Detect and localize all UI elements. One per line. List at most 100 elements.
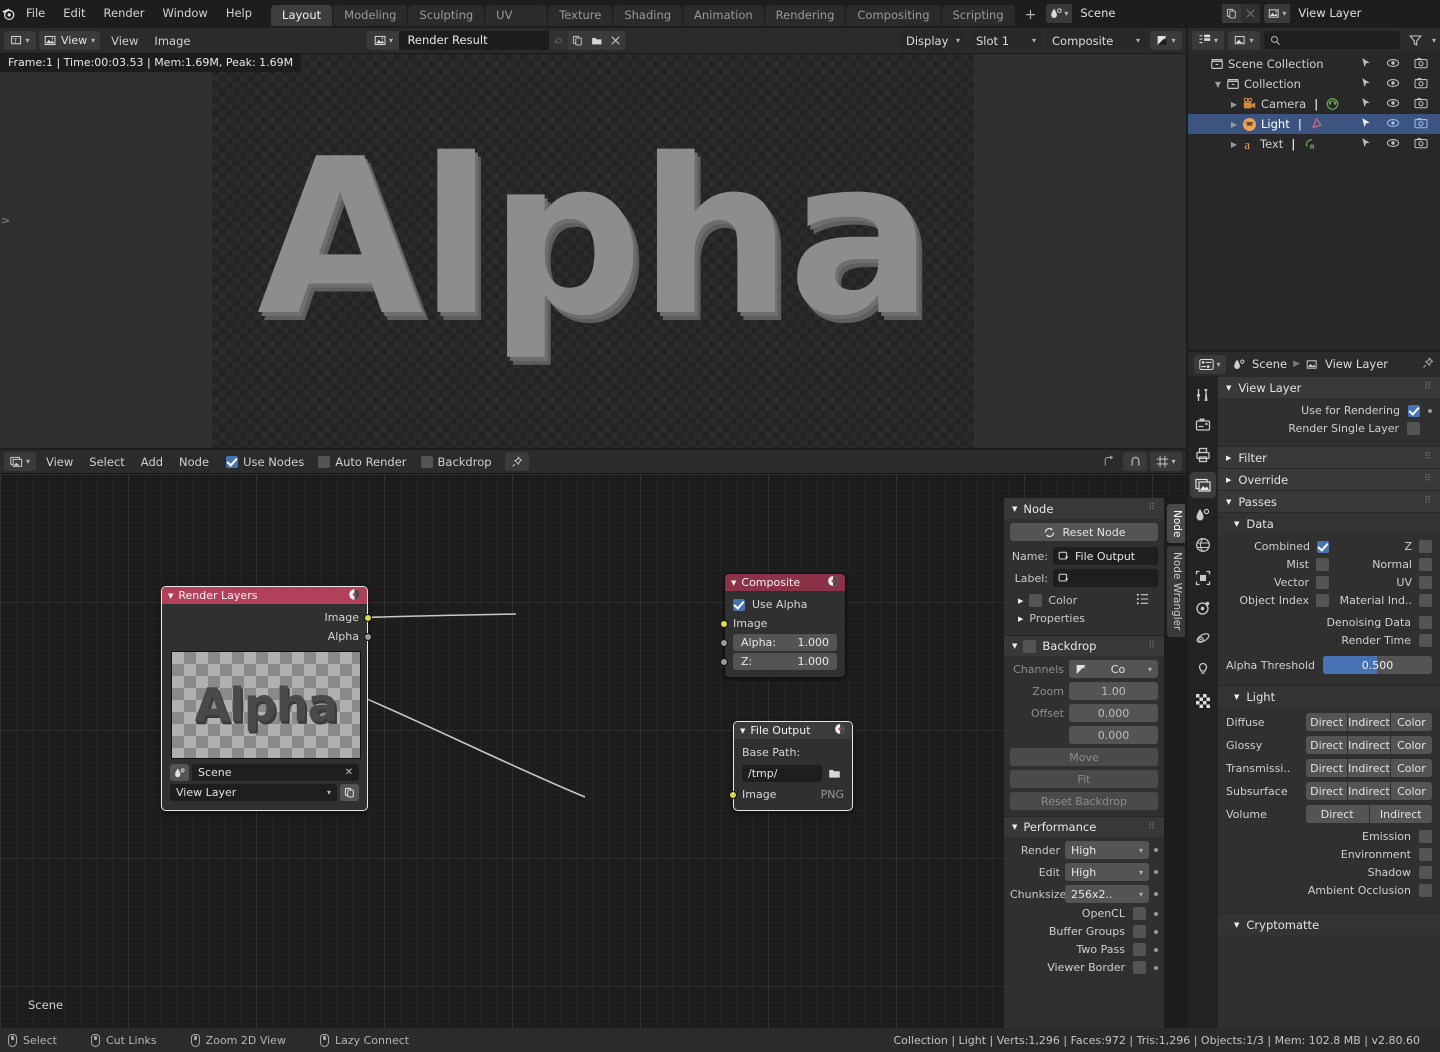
expander-icon[interactable]: ▼ (1210, 80, 1226, 89)
workspace-tab-scripting[interactable]: Scripting (941, 5, 1015, 26)
collapse-triangle-icon[interactable]: ▼ (1012, 823, 1017, 831)
light-toggle-indirect[interactable]: Indirect (1369, 805, 1432, 823)
visibility-eye-icon[interactable] (1386, 57, 1400, 72)
add-workspace-button[interactable]: + (1016, 5, 1046, 26)
properties-subpanel[interactable]: ▶ Properties (1010, 612, 1158, 625)
view-transform-button[interactable]: ▾ (1150, 31, 1182, 50)
node-header[interactable]: ▼ Composite (725, 574, 845, 591)
filter-section-header[interactable]: ▶ Filter ⠿ (1218, 446, 1440, 468)
select-arrow-icon[interactable] (1360, 97, 1372, 112)
node-menu-node[interactable]: Node (171, 452, 217, 472)
tab-modifiers[interactable] (1190, 595, 1216, 621)
outliner-row-scene-collection[interactable]: Scene Collection (1188, 54, 1440, 74)
pass-checkbox[interactable] (1419, 540, 1432, 553)
render-camera-icon[interactable] (1414, 137, 1428, 152)
tab-tool[interactable] (1190, 382, 1216, 408)
animate-dot[interactable] (1154, 892, 1158, 896)
node-composite[interactable]: ▼ Composite Use Alpha Image Alpha: 1.000… (720, 573, 846, 678)
folder-icon[interactable] (825, 765, 844, 782)
input-socket-image[interactable]: Image (720, 614, 845, 633)
scene-field[interactable]: Scene ✕ (192, 764, 359, 781)
drag-grip-icon[interactable]: ⠿ (1148, 822, 1156, 831)
socket-dot-image[interactable] (729, 790, 737, 799)
input-socket-alpha[interactable]: Alpha: 1.000 (720, 633, 845, 652)
toggle-auto-render[interactable]: Auto Render (311, 452, 413, 472)
light-toggle-indirect[interactable]: Indirect (1348, 713, 1390, 731)
base-path-field[interactable]: /tmp/ (742, 765, 822, 782)
open-image-button[interactable] (587, 31, 607, 50)
output-socket-alpha[interactable]: Alpha (162, 627, 372, 646)
light-checkbox[interactable] (1419, 848, 1432, 861)
animate-dot[interactable] (1154, 911, 1158, 916)
workspace-tab-compositing[interactable]: Compositing (846, 5, 941, 26)
display-mode-button[interactable]: ▾ (1228, 30, 1260, 50)
snapping-magnet-icon[interactable] (1123, 452, 1147, 471)
scene-icon[interactable]: ▾ (1046, 3, 1073, 23)
list-icon[interactable] (1136, 593, 1158, 608)
light-checkbox[interactable] (1419, 884, 1432, 897)
drag-grip-icon[interactable]: ⠿ (1424, 453, 1432, 462)
select-arrow-icon[interactable] (1360, 57, 1372, 72)
alpha-value-slider[interactable]: Alpha: 1.000 (733, 634, 837, 651)
object-data-icon[interactable] (1325, 97, 1340, 111)
expander-icon[interactable]: ▶ (1226, 100, 1242, 109)
render-quality-dropdown[interactable]: High ▾ (1065, 841, 1149, 859)
editor-type-button[interactable]: ▾ (1192, 30, 1224, 50)
z-value-slider[interactable]: Z: 1.000 (733, 653, 837, 670)
outliner-search-input[interactable] (1264, 31, 1400, 49)
node-header[interactable]: ▼ Render Layers (162, 587, 367, 604)
unlink-image-button[interactable] (606, 31, 626, 50)
workspace-tab-layout[interactable]: Layout (271, 5, 333, 26)
view-layer-name[interactable]: View Layer (1290, 3, 1440, 23)
reset-backdrop-button[interactable]: Reset Backdrop (1010, 792, 1158, 810)
pass-checkbox[interactable] (1316, 594, 1329, 607)
outliner-row-camera[interactable]: ▶ Camera | (1188, 94, 1440, 114)
tab-scene[interactable] (1190, 502, 1216, 528)
tab-output[interactable] (1190, 442, 1216, 468)
sidebar-tab-node[interactable]: Node (1167, 504, 1185, 544)
animate-dot[interactable] (1428, 408, 1432, 413)
pass-checkbox[interactable] (1419, 594, 1432, 607)
copy-image-button[interactable] (568, 31, 588, 50)
node-label-field[interactable] (1053, 569, 1158, 587)
output-socket-image[interactable]: Image (162, 608, 372, 627)
light-toggle-color[interactable]: Color (1390, 736, 1433, 754)
light-toggle-direct[interactable]: Direct (1306, 713, 1348, 731)
node-file-output[interactable]: ▼ File Output Base Path: /tmp/ Image PNG (729, 721, 853, 811)
pin-icon[interactable] (1422, 356, 1434, 372)
image-menu-image[interactable]: Image (146, 31, 198, 51)
pass-checkbox[interactable] (1419, 634, 1432, 647)
node-canvas[interactable]: ▼ Render Layers Image Alpha Alpha Scene … (0, 474, 1186, 1028)
toggle-backdrop[interactable]: Backdrop (414, 452, 499, 472)
editor-type-button[interactable]: ▾ (1194, 354, 1226, 374)
breadcrumb-scene[interactable]: Scene (1252, 357, 1287, 371)
collapse-triangle-icon[interactable]: ▼ (1234, 693, 1239, 701)
light-toggle-color[interactable]: Color (1390, 759, 1433, 777)
image-menu-view[interactable]: View (103, 31, 146, 51)
collapse-triangle-icon[interactable]: ▼ (1012, 505, 1017, 513)
animate-dot[interactable] (1154, 965, 1158, 970)
light-toggle-direct[interactable]: Direct (1306, 759, 1348, 777)
light-toggle-direct[interactable]: Direct (1306, 805, 1369, 823)
pin-icon[interactable] (504, 452, 529, 471)
expander-icon[interactable]: ▶ (1226, 120, 1242, 129)
light-section-header[interactable]: ▼ Light (1218, 685, 1440, 707)
outliner-row-text[interactable]: ▶ a Text | (1188, 134, 1440, 154)
workspace-tab-modeling[interactable]: Modeling (333, 5, 408, 26)
delete-scene-button[interactable] (1241, 3, 1261, 23)
animate-dot[interactable] (1154, 848, 1158, 852)
render-camera-icon[interactable] (1414, 117, 1428, 132)
input-socket-z[interactable]: Z: 1.000 (720, 652, 845, 671)
editor-type-button[interactable]: T ▾ (4, 31, 36, 50)
tab-data-light[interactable] (1190, 655, 1216, 681)
display-dropdown[interactable]: Display ▾ (900, 31, 966, 50)
pass-checkbox[interactable] (1316, 558, 1329, 571)
view-layer-icon[interactable]: ▾ (1264, 3, 1291, 23)
view-layer-section-header[interactable]: ▼ View Layer ⠿ (1218, 376, 1440, 398)
expand-triangle-icon[interactable]: ▶ (1226, 454, 1231, 462)
workspace-tab-texture-paint[interactable]: Texture Paint (548, 5, 613, 43)
use-alpha-row[interactable]: Use Alpha (725, 595, 845, 614)
tab-render[interactable] (1190, 412, 1216, 438)
toggle-use-nodes[interactable]: Use Nodes (219, 452, 311, 472)
snap-target-dropdown[interactable]: ▾ (1150, 452, 1182, 471)
